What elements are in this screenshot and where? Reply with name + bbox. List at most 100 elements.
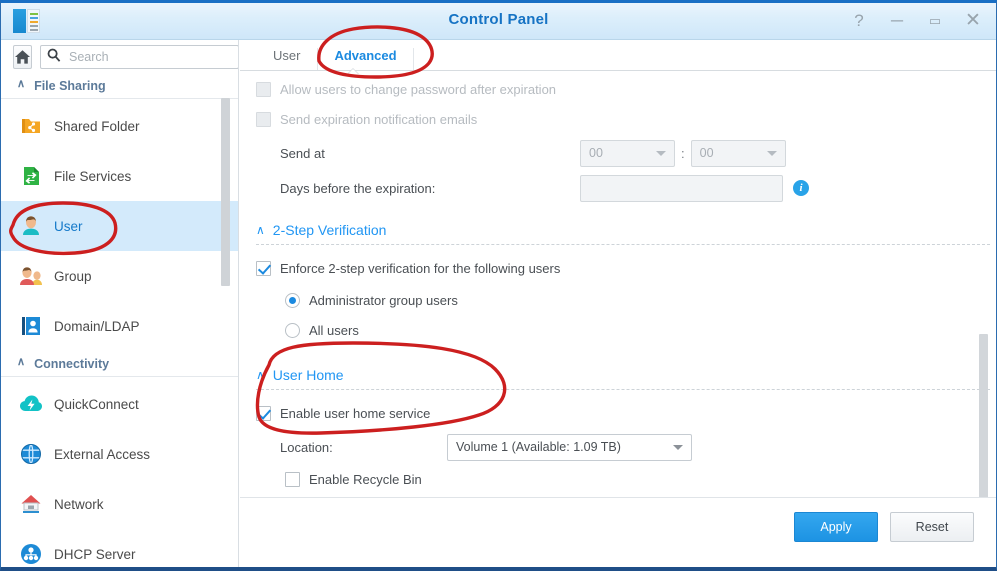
sidebar-item-label: Network — [54, 497, 104, 512]
footer-actions: Apply Reset — [794, 512, 974, 542]
user-home-section-header[interactable]: ∧ User Home — [256, 363, 996, 383]
enable-user-home-checkbox[interactable] — [256, 406, 271, 421]
sidebar-scrollbar-thumb[interactable] — [221, 98, 230, 286]
control-panel-window: Control Panel ? ─ ▭ ✕ — [0, 0, 997, 571]
all-users-row[interactable]: All users — [285, 315, 996, 345]
network-icon — [19, 492, 43, 516]
title-bar: Control Panel ? ─ ▭ ✕ — [1, 3, 996, 40]
sidebar-item-external-access[interactable]: External Access — [1, 429, 238, 479]
send-at-row: Send at 00 : 00 — [256, 136, 996, 170]
location-value: Volume 1 (Available: 1.09 TB) — [456, 440, 621, 454]
enforce-two-step-row[interactable]: Enforce 2-step verification for the foll… — [256, 251, 996, 285]
send-at-minute-value: 00 — [700, 146, 714, 160]
footer-bar: Apply Reset — [240, 497, 996, 563]
window-controls: ? ─ ▭ ✕ — [848, 9, 984, 31]
tab-bar: User Advanced — [240, 40, 996, 71]
allow-change-password-label: Allow users to change password after exp… — [280, 82, 556, 97]
info-icon[interactable]: i — [793, 180, 809, 196]
sidebar-item-network[interactable]: Network — [1, 479, 238, 529]
admin-group-users-radio[interactable] — [285, 293, 300, 308]
section-divider — [256, 389, 990, 390]
enable-recycle-bin-label: Enable Recycle Bin — [309, 472, 422, 487]
enable-recycle-bin-checkbox[interactable] — [285, 472, 300, 487]
apply-button[interactable]: Apply — [794, 512, 878, 542]
all-users-label: All users — [309, 323, 359, 338]
sidebar-toolbar — [1, 40, 238, 73]
sidebar-item-domain-ldap[interactable]: Domain/LDAP — [1, 301, 238, 351]
allow-change-password-checkbox[interactable] — [256, 82, 271, 97]
settings-content: Allow users to change password after exp… — [240, 71, 996, 533]
sidebar-nav: ∧ File Sharing Shared Folder — [1, 73, 238, 570]
enable-user-home-row[interactable]: Enable user home service — [256, 396, 996, 430]
admin-group-users-row[interactable]: Administrator group users — [285, 285, 996, 315]
sidebar-item-label: Group — [54, 269, 92, 284]
location-select[interactable]: Volume 1 (Available: 1.09 TB) — [447, 434, 692, 461]
nav-group-file-sharing[interactable]: ∧ File Sharing — [1, 73, 238, 99]
chevron-down-icon — [656, 151, 666, 156]
chevron-up-icon: ∧ — [17, 357, 25, 368]
user-home-location-row: Location: Volume 1 (Available: 1.09 TB) — [256, 430, 996, 464]
enforce-two-step-label: Enforce 2-step verification for the foll… — [280, 261, 560, 276]
search-field[interactable] — [67, 49, 232, 65]
close-button[interactable]: ✕ — [962, 9, 984, 31]
sidebar-item-label: User — [54, 219, 83, 234]
main-scrollbar-track[interactable] — [983, 71, 992, 533]
minimize-button[interactable]: ─ — [886, 9, 908, 31]
days-before-expiration-row: Days before the expiration: i — [256, 170, 996, 206]
search-icon — [47, 48, 61, 67]
sidebar-scrollbar-track[interactable] — [225, 73, 234, 570]
sidebar-item-label: QuickConnect — [54, 397, 139, 412]
nav-group-label: File Sharing — [34, 79, 106, 93]
send-expiration-emails-checkbox[interactable] — [256, 112, 271, 127]
sidebar-item-label: File Services — [54, 169, 131, 184]
sidebar-item-quickconnect[interactable]: QuickConnect — [1, 379, 238, 429]
sidebar-item-label: Shared Folder — [54, 119, 140, 134]
sidebar-item-file-services[interactable]: File Services — [1, 151, 238, 201]
quickconnect-icon — [19, 392, 43, 416]
nav-group-connectivity[interactable]: ∧ Connectivity — [1, 351, 238, 377]
two-step-verification-title: 2-Step Verification — [273, 222, 387, 238]
tab-advanced[interactable]: Advanced — [317, 48, 413, 70]
sidebar-item-group[interactable]: Group — [1, 251, 238, 301]
admin-group-users-label: Administrator group users — [309, 293, 458, 308]
reset-button[interactable]: Reset — [890, 512, 974, 542]
enforce-two-step-checkbox[interactable] — [256, 261, 271, 276]
sidebar-item-label: External Access — [54, 447, 150, 462]
maximize-button[interactable]: ▭ — [924, 9, 946, 31]
sidebar-item-user[interactable]: User — [1, 201, 238, 251]
send-at-minute-select[interactable]: 00 — [691, 140, 786, 167]
home-icon[interactable] — [13, 45, 32, 69]
send-at-hour-select[interactable]: 00 — [580, 140, 675, 167]
all-users-radio[interactable] — [285, 323, 300, 338]
sidebar-item-dhcp-server[interactable]: DHCP Server — [1, 529, 238, 570]
days-before-expiration-input[interactable] — [580, 175, 783, 202]
help-button[interactable]: ? — [848, 9, 870, 31]
send-at-label: Send at — [280, 146, 580, 161]
main-panel: User Advanced Allow users to change pass… — [240, 40, 996, 570]
sidebar-item-label: Domain/LDAP — [54, 319, 140, 334]
sidebar: ∧ File Sharing Shared Folder — [1, 40, 239, 570]
send-at-hour-value: 00 — [589, 146, 603, 160]
chevron-up-icon: ∧ — [256, 223, 265, 237]
page-title: Control Panel — [1, 11, 996, 28]
two-step-verification-section-header[interactable]: ∧ 2-Step Verification — [256, 218, 996, 238]
days-before-expiration-label: Days before the expiration: — [280, 181, 580, 196]
sidebar-item-label: DHCP Server — [54, 547, 136, 562]
enable-recycle-bin-row[interactable]: Enable Recycle Bin — [285, 464, 996, 495]
chevron-down-icon — [767, 151, 777, 156]
file-services-icon — [19, 164, 43, 188]
external-access-icon — [19, 442, 43, 466]
tab-user[interactable]: User — [256, 48, 317, 70]
nav-group-label: Connectivity — [34, 357, 109, 371]
dhcp-server-icon — [19, 542, 43, 566]
domain-ldap-icon — [19, 314, 43, 338]
shared-folder-icon — [19, 114, 43, 138]
allow-change-password-row[interactable]: Allow users to change password after exp… — [256, 75, 996, 103]
user-home-title: User Home — [273, 367, 344, 383]
location-label: Location: — [280, 440, 447, 455]
search-input[interactable] — [40, 45, 239, 69]
section-divider — [256, 244, 990, 245]
send-expiration-emails-row[interactable]: Send expiration notification emails — [256, 103, 996, 136]
sidebar-item-shared-folder[interactable]: Shared Folder — [1, 101, 238, 151]
group-icon — [19, 264, 43, 288]
